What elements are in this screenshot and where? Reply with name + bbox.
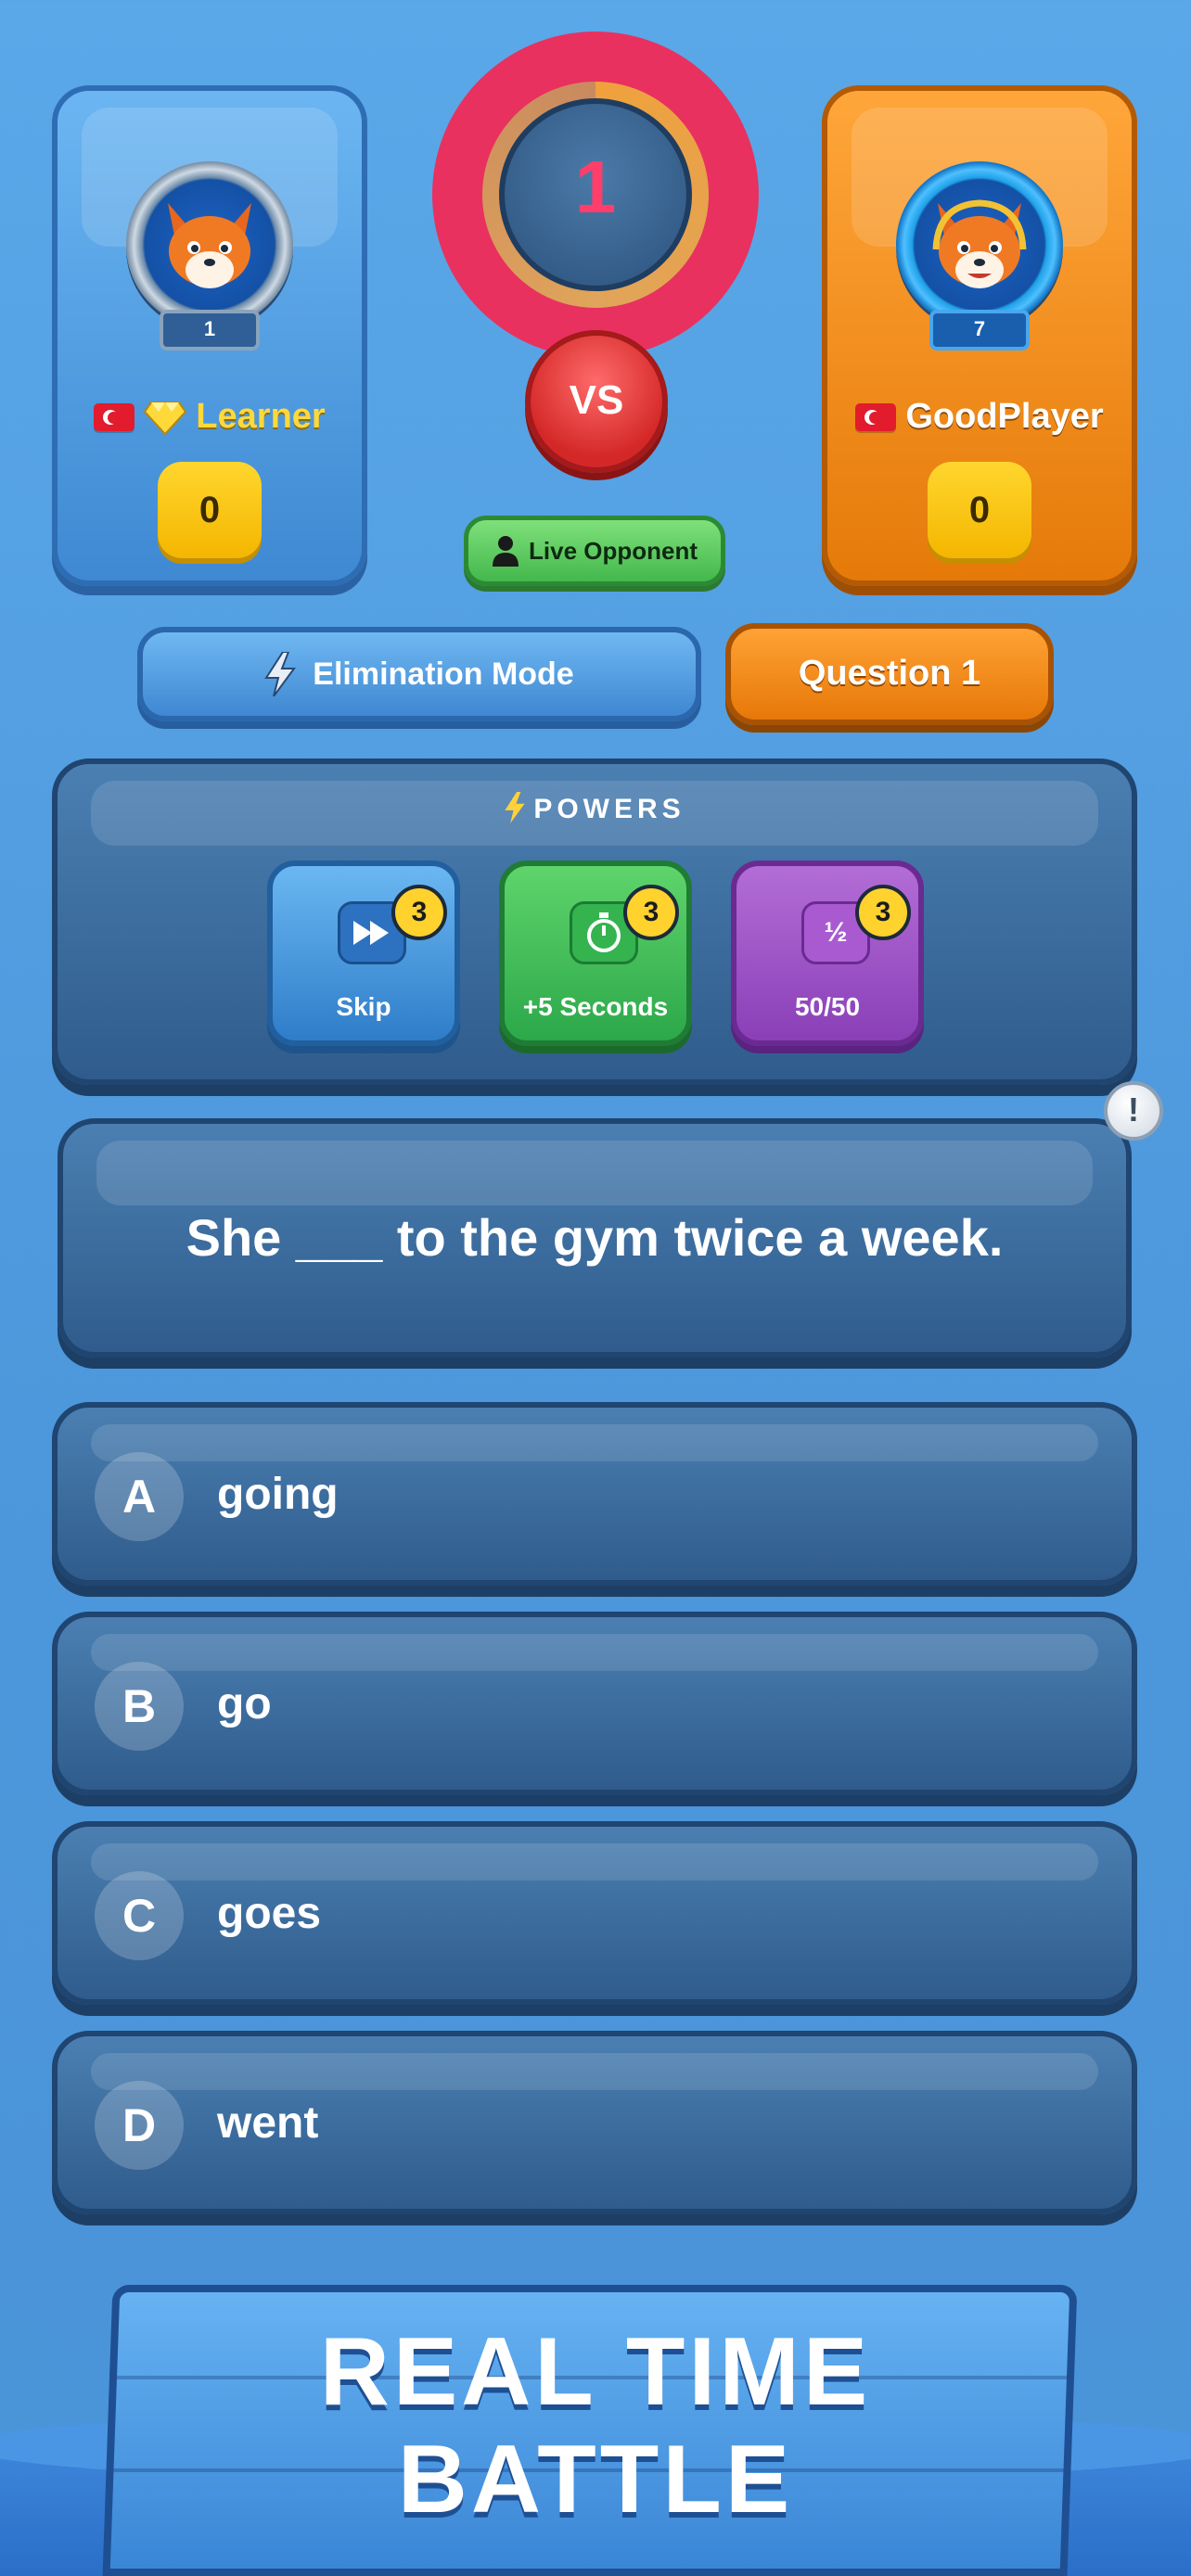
panel-gloss bbox=[91, 1634, 1098, 1671]
promo-banner-title: REAL TIME BATTLE bbox=[0, 2318, 1191, 2533]
player-level-badge: 1 bbox=[160, 310, 260, 351]
report-question-button[interactable]: ! bbox=[1104, 1081, 1163, 1141]
fifty-fifty-power-button[interactable]: ½ 3 50/50 bbox=[731, 861, 924, 1046]
skip-power-button[interactable]: 3 Skip bbox=[267, 861, 460, 1046]
power-label: 50/50 bbox=[794, 992, 861, 1021]
question-text: She ___ to the gym twice a week. bbox=[186, 1208, 1004, 1267]
promo-banner-line1: REAL TIME bbox=[319, 2318, 872, 2426]
powers-title: POWERS bbox=[58, 792, 1132, 825]
player-name: GoodPlayer bbox=[905, 397, 1104, 436]
answer-option-c[interactable]: C goes bbox=[52, 1821, 1137, 2005]
panel-gloss bbox=[96, 1141, 1093, 1205]
powers-title-label: POWERS bbox=[533, 794, 685, 824]
avatar bbox=[126, 161, 293, 328]
answer-letter: B bbox=[95, 1662, 184, 1751]
panel-gloss bbox=[91, 1424, 1098, 1461]
turkey-flag-icon bbox=[855, 402, 897, 431]
player-name-row: Learner bbox=[58, 397, 362, 437]
powers-panel: POWERS 3 Skip 3 +5 Seconds ½ 3 50/50 bbox=[52, 759, 1137, 1085]
lightning-icon bbox=[264, 652, 297, 696]
answer-option-d[interactable]: D went bbox=[52, 2031, 1137, 2214]
player-card-left: 1 Learner 0 bbox=[52, 85, 367, 586]
answer-option-a[interactable]: A going bbox=[52, 1402, 1137, 1586]
lightning-icon bbox=[505, 792, 525, 823]
power-count-badge: 3 bbox=[391, 885, 447, 940]
diamond-icon bbox=[144, 401, 187, 435]
power-label: +5 Seconds bbox=[522, 992, 669, 1021]
answer-letter: D bbox=[95, 2081, 184, 2170]
promo-banner-line2: BATTLE bbox=[397, 2426, 794, 2533]
player-score: 0 bbox=[928, 462, 1031, 558]
power-count-badge: 3 bbox=[623, 885, 679, 940]
countdown-timer: 1 bbox=[432, 32, 759, 358]
extra-seconds-power-button[interactable]: 3 +5 Seconds bbox=[499, 861, 692, 1046]
panel-gloss bbox=[91, 2053, 1098, 2090]
player-name-row: GoodPlayer bbox=[827, 397, 1132, 437]
person-icon bbox=[493, 536, 519, 567]
power-label: Skip bbox=[336, 992, 391, 1021]
player-card-right: 7 GoodPlayer 0 bbox=[822, 85, 1137, 586]
live-opponent-label: Live Opponent bbox=[529, 536, 698, 565]
timer-ring: 1 bbox=[482, 82, 709, 308]
answer-letter: A bbox=[95, 1452, 184, 1541]
answer-option-b[interactable]: B go bbox=[52, 1612, 1137, 1795]
timer-core: 1 bbox=[499, 98, 692, 291]
player-name: Learner bbox=[196, 397, 326, 436]
mode-label: Elimination Mode bbox=[313, 656, 574, 692]
avatar bbox=[896, 161, 1063, 328]
turkey-flag-icon bbox=[94, 402, 135, 431]
timer-value: 1 bbox=[574, 146, 617, 228]
answer-text: goes bbox=[217, 1889, 322, 1938]
panel-gloss bbox=[91, 1843, 1098, 1881]
live-opponent-badge: Live Opponent bbox=[464, 516, 725, 586]
question-number-pill: Question 1 bbox=[725, 623, 1054, 725]
fox-headset-avatar-icon bbox=[932, 199, 1027, 288]
answer-letter: C bbox=[95, 1871, 184, 1960]
fox-avatar-icon bbox=[168, 203, 251, 288]
vs-badge: VS bbox=[525, 330, 668, 473]
question-panel: She ___ to the gym twice a week. bbox=[58, 1118, 1132, 1358]
player-score: 0 bbox=[158, 462, 262, 558]
answer-text: went bbox=[217, 2098, 319, 2148]
answer-text: going bbox=[217, 1470, 339, 1519]
elimination-mode-pill: Elimination Mode bbox=[137, 627, 701, 721]
player-level-badge: 7 bbox=[929, 310, 1030, 351]
power-count-badge: 3 bbox=[855, 885, 911, 940]
answer-text: go bbox=[217, 1679, 272, 1728]
